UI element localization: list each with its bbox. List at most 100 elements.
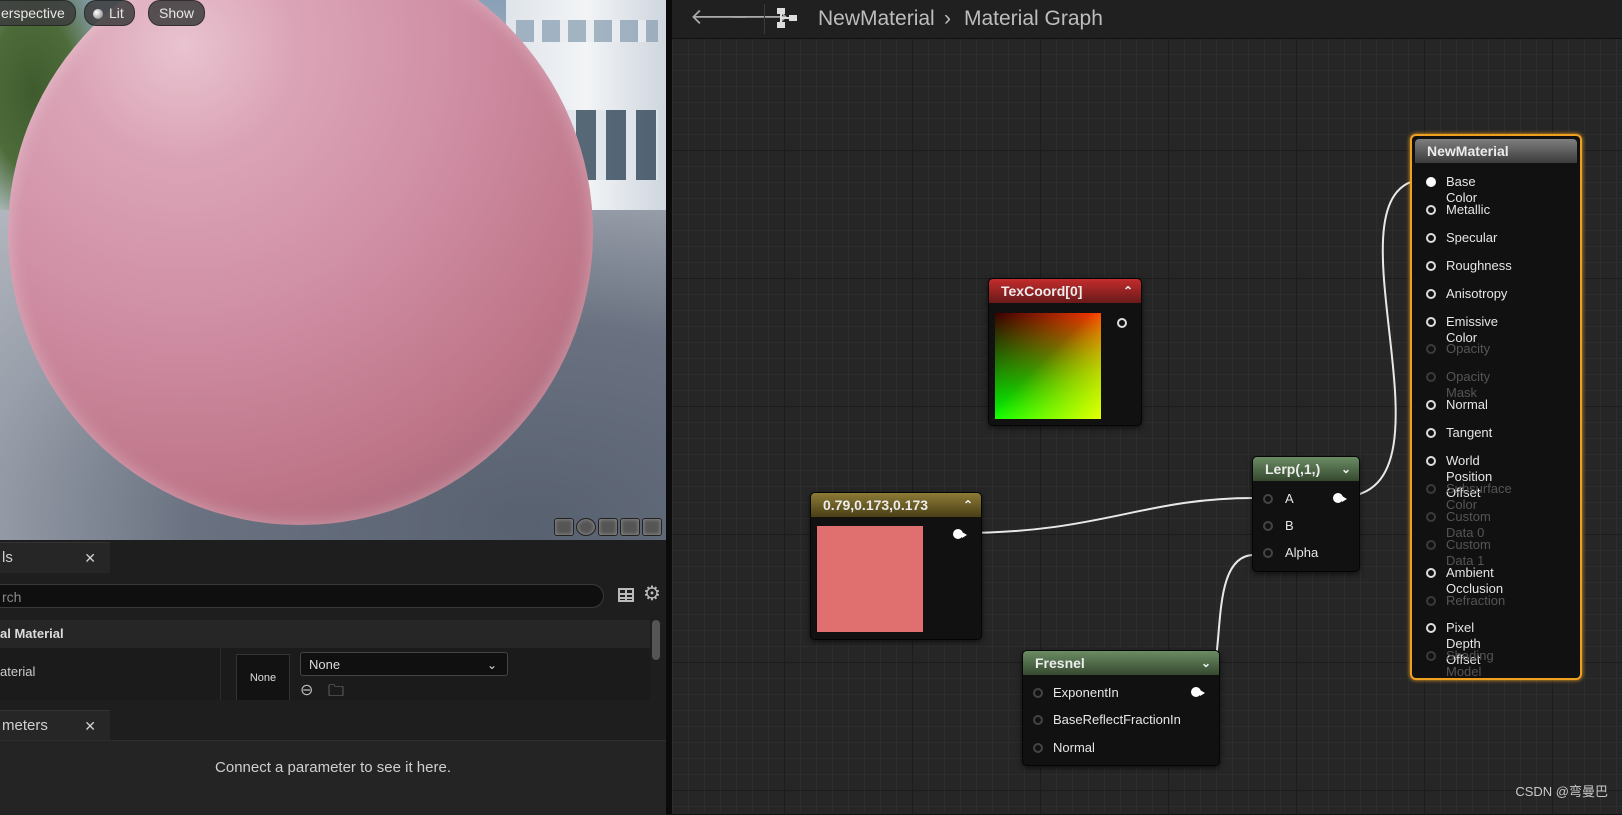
chevron-down-icon: ⌄ [486, 658, 497, 672]
color-preview [817, 526, 923, 632]
close-icon[interactable]: ✕ [84, 543, 96, 573]
input-pin-exponentin[interactable] [1033, 688, 1043, 698]
input-pin[interactable] [1426, 400, 1436, 411]
input-pin[interactable] [1426, 316, 1436, 327]
input-label: Normal [1446, 397, 1488, 413]
table-view-icon[interactable] [618, 588, 634, 602]
fresnel-node[interactable]: Fresnel ⌄ ExponentIn BaseReflectFraction… [1022, 650, 1220, 766]
input-pin[interactable] [1426, 623, 1436, 634]
node-title: Lerp(,1,) ⌄ [1253, 457, 1359, 481]
lerp-node[interactable]: Lerp(,1,) ⌄ A B Alpha [1252, 456, 1360, 572]
details-search-input[interactable]: rch [0, 584, 604, 608]
sphere-icon[interactable] [576, 518, 596, 536]
cylinder-icon[interactable] [554, 518, 574, 536]
input-pin[interactable] [1426, 288, 1436, 299]
lit-sphere-icon [93, 9, 103, 19]
node-title: TexCoord[0] ⌃ [989, 279, 1141, 303]
cube-icon[interactable] [620, 518, 640, 536]
lerp-title: Lerp(,1,) [1265, 461, 1321, 477]
input-pin[interactable] [1426, 372, 1436, 383]
input-pin-basereflectfractionin[interactable] [1033, 715, 1043, 725]
node-title: 0.79,0.173,0.173 ⌃ [811, 493, 981, 517]
input-pin[interactable] [1426, 204, 1436, 215]
input-pin-b[interactable] [1263, 521, 1273, 531]
perspective-label: erspective [1, 5, 65, 21]
input-label: Metallic [1446, 201, 1491, 217]
show-label: Show [159, 5, 195, 21]
output-pin[interactable] [1117, 318, 1127, 328]
breadcrumb-asset[interactable]: NewMaterial [818, 4, 935, 34]
breadcrumb-graph[interactable]: Material Graph [964, 4, 1103, 34]
parameters-tab-label: meters [2, 717, 48, 734]
teapot-icon[interactable] [642, 518, 662, 536]
pin-label: BaseReflectFractionIn [1053, 712, 1181, 727]
texcoord-title: TexCoord[0] [1001, 283, 1083, 299]
close-icon[interactable]: ✕ [84, 711, 96, 741]
pin-label: B [1285, 518, 1294, 533]
breadcrumb-separator: › [944, 7, 951, 30]
input-pin[interactable] [1426, 511, 1436, 522]
input-pin[interactable] [1426, 595, 1436, 606]
chevron-down-icon[interactable]: ⌄ [1341, 457, 1351, 481]
asset-thumbnail[interactable]: None [236, 654, 290, 702]
details-panel: ls ✕ rch ⚙ al Material aterial None None… [0, 540, 666, 702]
input-label: Refraction [1446, 592, 1506, 608]
output-pin[interactable] [953, 529, 967, 539]
chevron-up-icon[interactable]: ⌃ [1123, 279, 1133, 303]
input-pin-alpha[interactable] [1263, 548, 1273, 558]
section-header[interactable]: al Material [0, 620, 650, 648]
output-pin[interactable] [1191, 687, 1205, 697]
constant3vector-node[interactable]: 0.79,0.173,0.173 ⌃ [810, 492, 982, 640]
gear-icon[interactable]: ⚙ [643, 584, 661, 604]
texcoord-node[interactable]: TexCoord[0] ⌃ [988, 278, 1142, 426]
input-pin-normal[interactable] [1033, 743, 1043, 753]
section-title: al Material [0, 626, 64, 641]
input-label: Specular [1446, 229, 1498, 245]
details-tab[interactable]: ls ✕ [0, 542, 110, 573]
parameters-body: Connect a parameter to see it here. [0, 740, 666, 815]
material-title: NewMaterial [1427, 143, 1509, 159]
parameters-empty-message: Connect a parameter to see it here. [215, 759, 451, 776]
parameters-tab[interactable]: meters ✕ [0, 710, 110, 741]
use-selected-icon[interactable]: ⊖ [300, 680, 313, 700]
wire-constant-to-lerp-a [959, 497, 1255, 534]
perspective-button[interactable]: erspective [0, 0, 76, 26]
material-result-node[interactable]: NewMaterial Base Color Metallic Specular Ro… [1410, 134, 1582, 680]
pin-label: Alpha [1285, 545, 1319, 560]
lit-mode-button[interactable]: Lit [84, 0, 135, 26]
input-pin[interactable] [1426, 428, 1436, 439]
input-pin[interactable] [1426, 260, 1436, 271]
watermark: CSDN @弯曼巴 [1515, 784, 1608, 799]
hierarchy-icon [777, 8, 797, 28]
node-title: Fresnel ⌄ [1023, 651, 1219, 675]
chevron-up-icon[interactable]: ⌃ [963, 493, 973, 517]
constant-title: 0.79,0.173,0.173 [823, 497, 929, 513]
input-pin[interactable] [1426, 344, 1436, 355]
input-pin[interactable] [1426, 567, 1436, 578]
output-pin[interactable] [1333, 493, 1347, 503]
pin-label: Normal [1053, 740, 1095, 755]
plane-icon[interactable] [598, 518, 618, 536]
fresnel-title: Fresnel [1035, 655, 1085, 671]
preview-shape-toolbar [554, 518, 662, 536]
input-pin[interactable] [1426, 177, 1436, 187]
input-pin[interactable] [1426, 483, 1436, 494]
show-button[interactable]: Show [148, 0, 206, 26]
input-pin[interactable] [1426, 651, 1436, 662]
input-pin[interactable] [1426, 539, 1436, 550]
input-pin[interactable] [1426, 456, 1436, 466]
material-preview-viewport[interactable]: erspective Lit Show [0, 0, 666, 540]
input-label: Tangent [1446, 425, 1493, 441]
pin-label: ExponentIn [1053, 685, 1119, 700]
chevron-down-icon[interactable]: ⌄ [1201, 651, 1211, 675]
property-name: aterial [0, 664, 36, 679]
details-scrollbar[interactable] [652, 620, 660, 660]
material-graph-canvas[interactable]: 🡐 🡒 NewMaterial › Material Graph TexCoor… [672, 0, 1622, 814]
input-pin[interactable] [1426, 232, 1436, 243]
input-label: Opacity [1446, 341, 1491, 357]
input-pin-a[interactable] [1263, 494, 1273, 504]
property-row: aterial None None ⌄ ⊖ 🗀 [0, 648, 650, 702]
asset-picker-value: None [309, 657, 341, 672]
asset-picker-dropdown[interactable]: None ⌄ [300, 652, 508, 676]
input-label: Roughness [1446, 257, 1512, 273]
